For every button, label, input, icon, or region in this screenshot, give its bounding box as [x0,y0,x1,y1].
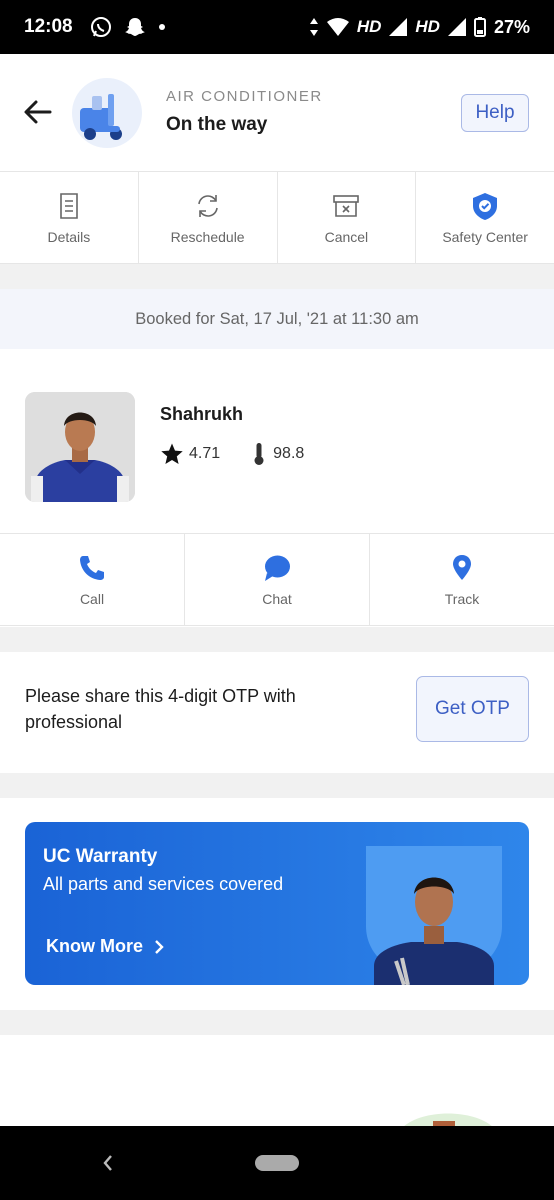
warranty-subtitle: All parts and services covered [43,874,284,894]
know-more-link[interactable]: Know More [46,936,165,957]
booking-time: Booked for Sat, 17 Jul, '21 at 11:30 am [0,289,554,349]
document-icon [60,192,78,219]
reschedule-label: Reschedule [170,228,245,245]
safety-center-action[interactable]: Safety Center [416,172,554,263]
warranty-title: UC Warranty [43,846,158,867]
section-divider [0,627,554,652]
temperature-value: 98.8 [273,445,305,462]
service-avatar [72,78,142,148]
page-header: AIR CONDITIONER On the way Help [0,54,554,172]
reschedule-action[interactable]: Reschedule [139,172,278,263]
signal-icon-2 [447,18,466,36]
system-nav-bar [0,1126,554,1200]
partial-illustration-icon [403,1113,493,1127]
content-area [0,1035,554,1127]
data-arrows-icon [309,18,318,36]
professional-card: Shahrukh 4.71 98.8 [0,349,554,534]
otp-instruction: Please share this 4-digit OTP with profe… [25,686,296,732]
star-icon [161,443,183,464]
cancel-box-icon [333,194,360,217]
rating-value: 4.71 [189,445,221,462]
network-label-2: HD [415,17,440,36]
thermometer-icon [254,443,264,465]
service-category: AIR CONDITIONER [166,88,323,105]
nav-back-icon[interactable] [100,1153,116,1173]
call-label: Call [79,590,105,607]
dot-icon [158,24,165,30]
help-button[interactable]: Help [461,94,529,132]
status-bar: 12:08 HD HD 27% [0,0,554,54]
temperature-stat: 98.8 [250,442,304,466]
otp-section: Please share this 4-digit OTP with profe… [0,652,554,773]
section-divider [0,1010,554,1035]
warranty-banner[interactable]: UC Warranty All parts and services cover… [25,822,529,985]
network-label-1: HD [356,17,382,36]
get-otp-button[interactable]: Get OTP [416,676,529,742]
details-action[interactable]: Details [0,172,139,263]
professional-stats: 4.71 98.8 [160,442,334,466]
whatsapp-icon [90,17,111,37]
phone-icon [80,555,104,580]
track-label: Track [444,590,480,607]
details-label: Details [47,228,91,245]
arrow-left-icon [24,100,52,124]
cancel-label: Cancel [324,228,369,245]
refresh-icon [197,194,218,217]
scooter-icon [80,94,122,140]
contact-actions: Call Chat Track [0,534,554,626]
wifi-icon [326,18,349,36]
chat-action[interactable]: Chat [185,534,370,625]
safety-center-label: Safety Center [442,228,528,245]
call-action[interactable]: Call [0,534,185,625]
warranty-professional-illustration [366,846,502,985]
shield-check-icon [473,192,498,220]
back-button[interactable] [20,94,56,130]
location-pin-icon [453,554,471,580]
booking-actions: Details Reschedule Cancel Safety Center [0,172,554,264]
booking-status: On the way [166,114,268,135]
chevron-right-icon [155,939,164,954]
signal-icon [389,18,408,36]
battery-icon [473,17,486,37]
person-photo-icon [25,392,135,502]
warranty-section: UC Warranty All parts and services cover… [0,798,554,1010]
battery-percent: 27% [493,16,530,37]
professional-name: Shahrukh [160,404,244,424]
rating-stat: 4.71 [160,442,220,466]
section-divider [0,264,554,289]
cancel-action[interactable]: Cancel [278,172,417,263]
chat-icon [265,555,290,581]
track-action[interactable]: Track [370,534,554,625]
know-more-label: Know More [46,936,143,956]
status-time: 12:08 [24,16,73,37]
chat-label: Chat [262,590,292,607]
snapchat-icon [124,18,145,36]
nav-home-pill[interactable] [255,1155,299,1171]
section-divider [0,773,554,798]
professional-photo [25,392,135,502]
